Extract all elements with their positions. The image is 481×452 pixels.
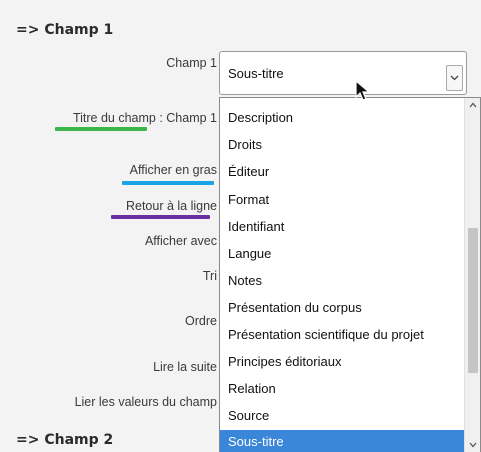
lire-la-suite-label: Lire la suite — [153, 360, 217, 374]
section-heading-champ-1: => Champ 1 — [16, 22, 114, 38]
option-relation[interactable]: Relation — [228, 381, 458, 396]
chevron-up-icon[interactable] — [468, 100, 478, 110]
ordre-label: Ordre — [185, 314, 217, 328]
green-underline — [55, 127, 147, 131]
afficher-avec-label: Afficher avec — [144, 234, 217, 248]
chevron-down-icon[interactable] — [446, 65, 463, 91]
lier-les-valeurs-label: Lier les valeurs du champ — [74, 395, 217, 409]
scrollbar-thumb[interactable] — [468, 228, 478, 373]
option-droits[interactable]: Droits — [228, 137, 458, 152]
purple-underline — [111, 215, 210, 219]
mouse-pointer-icon — [355, 79, 371, 106]
option-source[interactable]: Source — [228, 408, 458, 423]
champ-select-value: Sous-titre — [228, 66, 284, 81]
option-presentation-du-corpus[interactable]: Présentation du corpus — [228, 300, 458, 315]
option-principes-editoriaux[interactable]: Principes éditoriaux — [228, 354, 458, 369]
tri-label: Tri — [202, 269, 217, 283]
afficher-en-gras-label: Afficher en gras — [129, 163, 217, 177]
chevron-down-icon[interactable] — [468, 440, 478, 450]
option-identifiant[interactable]: Identifiant — [228, 219, 458, 234]
retour-a-la-ligne-label: Retour à la ligne — [125, 199, 217, 213]
option-format[interactable]: Format — [228, 192, 458, 207]
option-langue[interactable]: Langue — [228, 246, 458, 261]
champ-label: Champ 1 — [166, 56, 217, 70]
section-heading-champ-2: => Champ 2 — [16, 432, 114, 448]
option-sous-titre-selected[interactable]: Sous-titre — [220, 430, 464, 452]
champ-select[interactable]: Sous-titre — [219, 51, 467, 95]
option-editeur[interactable]: Éditeur — [228, 164, 458, 179]
option-description[interactable]: Description — [228, 110, 458, 125]
option-notes[interactable]: Notes — [228, 273, 458, 288]
champ-dropdown-list[interactable]: Description Droits Éditeur Format Identi… — [219, 97, 481, 452]
dropdown-scrollbar[interactable] — [464, 98, 480, 452]
titre-du-champ-label: Titre du champ : Champ 1 — [72, 111, 217, 125]
option-presentation-scientifique[interactable]: Présentation scientifique du projet — [228, 327, 458, 342]
blue-underline — [122, 181, 214, 185]
